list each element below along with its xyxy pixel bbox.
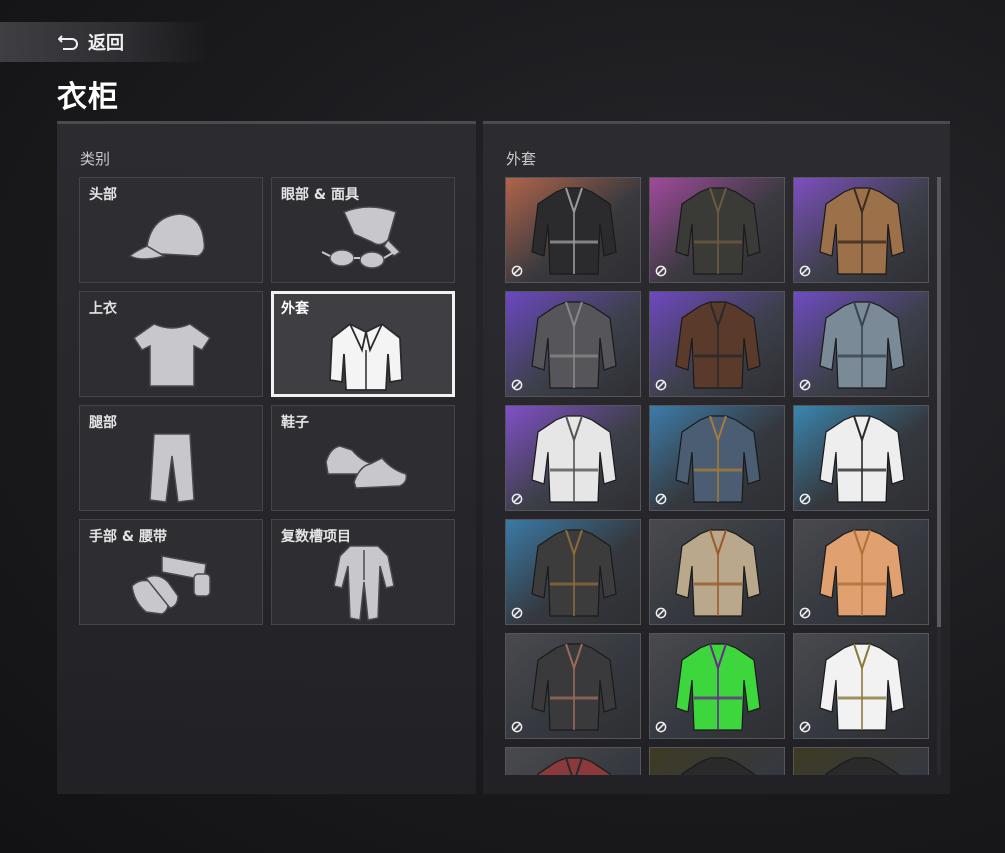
unavailable-icon	[799, 379, 811, 391]
category-tile[interactable]: 复数槽项目	[271, 519, 455, 625]
back-label: 返回	[88, 33, 124, 54]
category-label: 头部	[89, 187, 117, 203]
outfit-item-green-hoodie[interactable]	[649, 633, 785, 739]
jacket-thumbnail-icon	[650, 178, 784, 282]
unavailable-icon	[799, 721, 811, 733]
jacket-thumbnail-icon	[794, 178, 928, 282]
categories-heading: 类别	[80, 150, 111, 168]
back-arrow-icon	[58, 35, 78, 50]
outfit-item-dark-jacket-partial[interactable]	[649, 747, 785, 775]
category-tile[interactable]: 手部 & 腰带	[79, 519, 263, 625]
jacket-thumbnail-icon	[794, 406, 928, 510]
category-tile[interactable]: 鞋子	[271, 405, 455, 511]
items-panel: 外套	[483, 121, 950, 794]
pants-icon	[122, 422, 222, 508]
outfit-item-leather-dress-jacket[interactable]	[505, 177, 641, 283]
unavailable-icon	[511, 607, 523, 619]
jacket-thumbnail-icon	[506, 292, 640, 396]
unavailable-icon	[655, 265, 667, 277]
outfit-item-dark-biker-jacket[interactable]	[649, 177, 785, 283]
jacket-thumbnail-icon	[650, 406, 784, 510]
category-tile[interactable]: 腿部	[79, 405, 263, 511]
outfit-item-brown-hooded-leather[interactable]	[649, 291, 785, 397]
category-label: 上衣	[89, 301, 117, 317]
unavailable-icon	[511, 265, 523, 277]
unavailable-icon	[799, 493, 811, 505]
jacket-thumbnail-icon	[506, 178, 640, 282]
jumpsuit-icon	[314, 536, 414, 622]
outfit-item-white-track-jacket[interactable]	[793, 405, 929, 511]
outfit-item-red-hood-partial[interactable]	[505, 747, 641, 775]
category-label: 鞋子	[281, 415, 309, 431]
outfit-item-dark-coat-partial[interactable]	[793, 747, 929, 775]
page-title: 衣柜	[57, 80, 119, 115]
unavailable-icon	[655, 493, 667, 505]
back-button[interactable]: 返回	[0, 22, 210, 62]
category-tile[interactable]: 眼部 & 面具	[271, 177, 455, 283]
outfit-item-leather-vest-fur[interactable]	[505, 633, 641, 739]
cap-icon	[122, 194, 222, 280]
tshirt-icon	[122, 308, 222, 394]
unavailable-icon	[511, 493, 523, 505]
scrollbar-thumb[interactable]	[937, 177, 941, 627]
categories-panel: 类别 头部 眼部 & 面具上衣 外套腿部 鞋子手部 & 腰带 复数槽项目	[57, 121, 476, 794]
category-tile[interactable]: 头部	[79, 177, 263, 283]
unavailable-icon	[799, 265, 811, 277]
jacket-icon	[316, 310, 416, 396]
jacket-thumbnail-icon	[650, 634, 784, 738]
outfit-item-tactical-shirt[interactable]	[505, 519, 641, 625]
jacket-thumbnail-icon	[650, 520, 784, 624]
category-tile[interactable]: 上衣	[79, 291, 263, 397]
unavailable-icon	[655, 607, 667, 619]
outfit-item-bandolier-coat[interactable]	[649, 519, 785, 625]
unavailable-icon	[799, 607, 811, 619]
jacket-thumbnail-icon	[794, 748, 928, 775]
jacket-thumbnail-icon	[506, 748, 640, 775]
scrollbar[interactable]	[937, 177, 941, 775]
unavailable-icon	[655, 379, 667, 391]
items-heading: 外套	[506, 150, 537, 168]
outfit-item-white-martial-robe[interactable]	[793, 633, 929, 739]
category-label: 外套	[281, 301, 309, 317]
outfit-item-muscle-suit[interactable]	[793, 519, 929, 625]
jacket-thumbnail-icon	[650, 748, 784, 775]
jacket-thumbnail-icon	[650, 292, 784, 396]
jacket-thumbnail-icon	[794, 520, 928, 624]
jacket-thumbnail-icon	[794, 292, 928, 396]
outfit-item-denim-jacket[interactable]	[793, 291, 929, 397]
outfit-item-patched-denim-vest[interactable]	[649, 405, 785, 511]
unavailable-icon	[511, 379, 523, 391]
jacket-thumbnail-icon	[506, 520, 640, 624]
unavailable-icon	[511, 721, 523, 733]
gloves-belt-icon	[122, 536, 222, 622]
outfit-item-white-puffer-jacket[interactable]	[505, 405, 641, 511]
category-label: 腿部	[89, 415, 117, 431]
outfit-item-grey-puffer-vest[interactable]	[505, 291, 641, 397]
items-grid	[505, 177, 929, 775]
jacket-thumbnail-icon	[794, 634, 928, 738]
outfit-item-tan-field-coat[interactable]	[793, 177, 929, 283]
category-tile[interactable]: 外套	[271, 291, 455, 397]
jacket-thumbnail-icon	[506, 634, 640, 738]
sneakers-icon	[314, 422, 414, 508]
jacket-thumbnail-icon	[506, 406, 640, 510]
sunglasses-bandana-icon	[314, 194, 414, 280]
unavailable-icon	[655, 721, 667, 733]
